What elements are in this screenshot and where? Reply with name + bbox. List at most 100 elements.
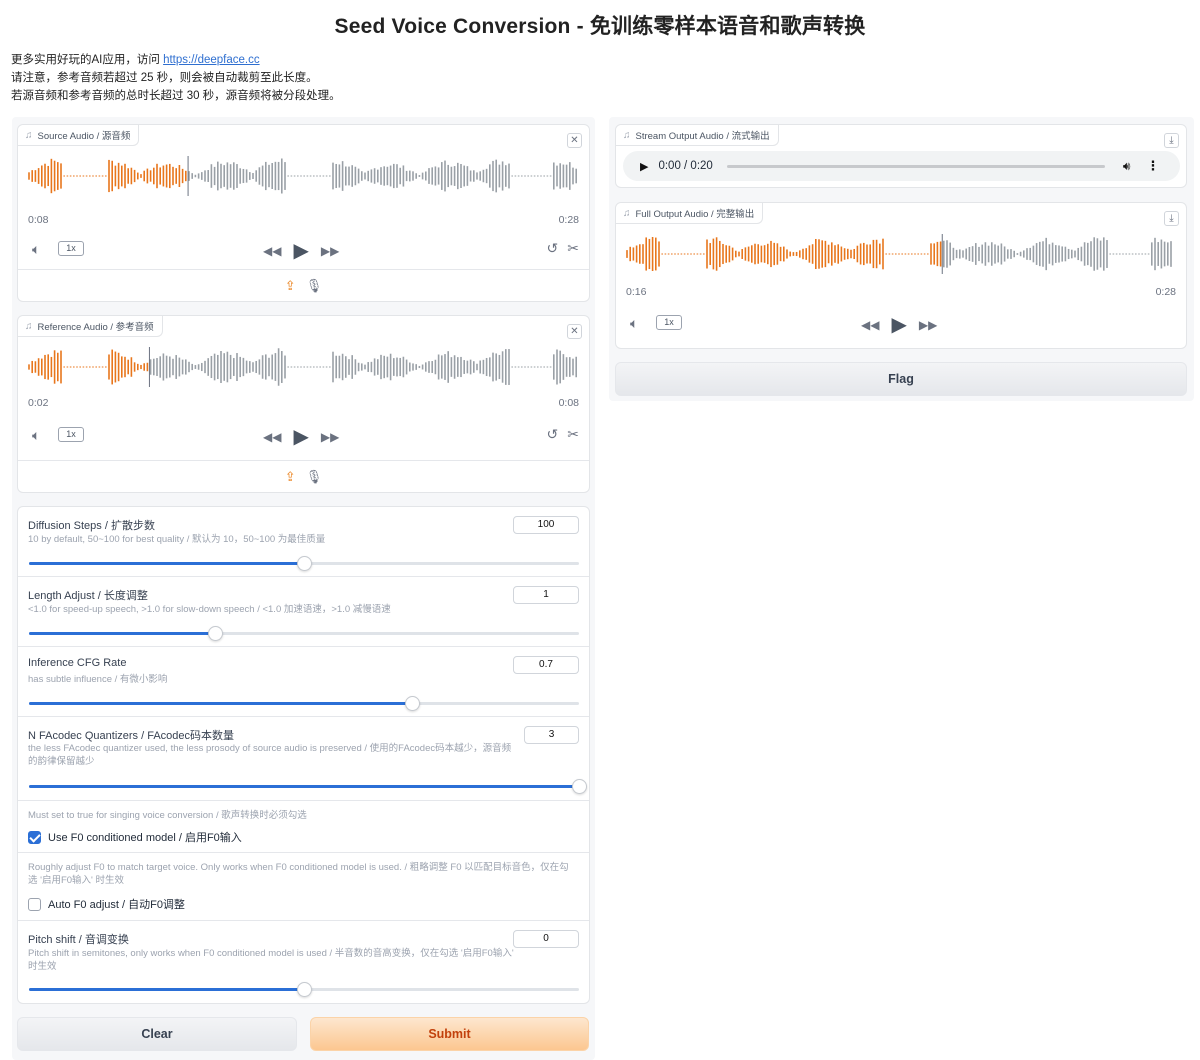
page-title: Seed Voice Conversion - 免训练零样本语音和歌声转换 [334, 15, 866, 38]
close-icon[interactable]: ✕ [567, 133, 582, 148]
deepface-link[interactable]: https://deepface.cc [163, 54, 260, 66]
intro-line-1: 更多实用好玩的AI应用，访问 https://deepface.cc [11, 51, 341, 69]
download-icon[interactable]: ⤓ [1164, 133, 1179, 148]
full-output-waveform[interactable] [626, 232, 1176, 276]
diffusion-steps-label: Diffusion Steps / 扩散步数 [28, 520, 155, 532]
undo-icon[interactable]: ↺ [547, 426, 559, 443]
playback-rate-button[interactable]: 1x [58, 427, 84, 442]
stream-seek-bar[interactable] [726, 164, 1105, 168]
cfg-rate-control: Inference CFG Rate has subtle influence … [18, 647, 589, 717]
volume-icon[interactable]: 🔊︎ [1123, 159, 1131, 174]
stream-audio-player: ▶ 0:00 / 0:20 🔊︎ ⋮ [623, 151, 1180, 181]
cfg-rate-label: Inference CFG Rate [28, 657, 127, 669]
input-column: ♫ Source Audio / 源音频 ✕ 0:08 0:28 🔈︎ 1x ◀◀… [12, 117, 595, 1060]
cfg-rate-slider[interactable] [29, 696, 579, 711]
play-icon[interactable]: ▶ [293, 238, 308, 263]
reference-input-sources: ⇪ 🎙︎ [18, 460, 589, 492]
stream-output-label-text: Stream Output Audio / 流式输出 [635, 131, 770, 142]
diffusion-steps-input[interactable]: 100 [513, 516, 579, 534]
auto-f0-checkbox[interactable] [28, 897, 41, 911]
auto-f0-control: Roughly adjust F0 to match target voice.… [18, 853, 589, 921]
intro-prefix: 更多实用好玩的AI应用，访问 [11, 54, 164, 66]
music-note-icon: ♫ [25, 129, 33, 141]
play-icon[interactable]: ▶ [293, 424, 308, 449]
fast-forward-icon[interactable]: ▶▶ [919, 318, 937, 332]
source-transport: ◀◀ ▶ ▶▶ [263, 238, 339, 263]
intro-line-3: 若源音频和参考音频的总时长超过 30 秒，源音频将被分段处理。 [11, 90, 341, 102]
upload-icon[interactable]: ⇪ [285, 278, 296, 294]
auto-f0-label: Auto F0 adjust / 自动F0调整 [48, 899, 185, 911]
intro-text: 更多实用好玩的AI应用，访问 https://deepface.cc 请注意，参… [11, 51, 341, 105]
reference-duration: 0:08 [558, 397, 579, 409]
diffusion-steps-info: 10 by default, 50~100 for best quality /… [28, 534, 326, 545]
length-adjust-control: Length Adjust / 长度调整 <1.0 for speed-up s… [18, 577, 589, 647]
scissors-icon[interactable]: ✂ [567, 426, 579, 443]
cfg-rate-input[interactable]: 0.7 [513, 656, 579, 674]
f0-condition-checkbox-row[interactable]: Use F0 conditioned model / 启用F0输入 [28, 829, 242, 845]
length-adjust-label: Length Adjust / 长度调整 [28, 590, 148, 602]
n-quantizers-input[interactable]: 3 [524, 726, 579, 744]
f0-condition-checkbox[interactable] [28, 830, 41, 844]
full-output-label: ♫ Full Output Audio / 完整输出 [616, 203, 764, 224]
f0-condition-info: Must set to true for singing voice conve… [28, 810, 307, 821]
microphone-icon[interactable]: 🎙︎ [306, 469, 323, 485]
n-quantizers-info: the less FAcodec quantizer used, the les… [28, 743, 512, 767]
n-quantizers-control: N FAcodec Quantizers / FAcodec码本数量 the l… [18, 717, 589, 801]
f0-condition-control: Must set to true for singing voice conve… [18, 801, 589, 853]
volume-icon[interactable]: 🔈︎ [630, 315, 638, 332]
cfg-rate-info: has subtle influence / 有微小影响 [28, 674, 168, 685]
pitch-shift-input[interactable]: 0 [513, 930, 579, 948]
diffusion-steps-slider[interactable] [29, 556, 579, 571]
source-edit-tools: ↺ ✂ [547, 240, 579, 257]
rewind-icon[interactable]: ◀◀ [263, 430, 281, 444]
pitch-shift-control: Pitch shift / 音调变换 Pitch shift in semito… [18, 921, 589, 1004]
stream-output-label: ♫ Stream Output Audio / 流式输出 [616, 125, 779, 146]
pitch-shift-slider[interactable] [29, 982, 579, 997]
scissors-icon[interactable]: ✂ [567, 240, 579, 257]
full-output-label-text: Full Output Audio / 完整输出 [635, 209, 755, 220]
n-quantizers-label: N FAcodec Quantizers / FAcodec码本数量 [28, 730, 235, 742]
full-output-controls: 🔈︎ 1x ◀◀ ▶ ▶▶ [616, 312, 1186, 336]
close-icon[interactable]: ✕ [567, 324, 582, 339]
n-quantizers-slider[interactable] [29, 779, 587, 794]
undo-icon[interactable]: ↺ [547, 240, 559, 257]
diffusion-steps-control: Diffusion Steps / 扩散步数 10 by default, 50… [18, 507, 589, 577]
rewind-icon[interactable]: ◀◀ [861, 318, 879, 332]
microphone-icon[interactable]: 🎙︎ [306, 278, 323, 294]
rewind-icon[interactable]: ◀◀ [263, 244, 281, 258]
volume-icon[interactable]: 🔈︎ [32, 427, 40, 444]
length-adjust-slider[interactable] [29, 626, 579, 641]
full-output-panel: ♫ Full Output Audio / 完整输出 ⤓ 0:16 0:28 🔈︎… [615, 202, 1187, 349]
auto-f0-checkbox-row[interactable]: Auto F0 adjust / 自动F0调整 [28, 896, 185, 912]
stream-output-panel: ♫ Stream Output Audio / 流式输出 ⤓ ▶ 0:00 / 0… [615, 124, 1187, 188]
music-note-icon: ♫ [623, 129, 631, 141]
more-vertical-icon[interactable]: ⋮ [1146, 158, 1159, 174]
download-icon[interactable]: ⤓ [1164, 211, 1179, 226]
pitch-shift-info: Pitch shift in semitones, only works whe… [28, 948, 514, 972]
submit-button[interactable]: Submit [310, 1017, 589, 1051]
stream-time-display: 0:00 / 0:20 [658, 160, 713, 172]
source-audio-label: ♫ Source Audio / 源音频 [18, 125, 140, 146]
fast-forward-icon[interactable]: ▶▶ [321, 244, 339, 258]
length-adjust-input[interactable]: 1 [513, 586, 579, 604]
clear-button[interactable]: Clear [17, 1017, 297, 1051]
source-audio-panel: ♫ Source Audio / 源音频 ✕ 0:08 0:28 🔈︎ 1x ◀◀… [17, 124, 590, 302]
upload-icon[interactable]: ⇪ [285, 469, 296, 485]
full-output-duration: 0:28 [1155, 286, 1176, 298]
full-output-current-time: 0:16 [626, 286, 647, 298]
fast-forward-icon[interactable]: ▶▶ [321, 430, 339, 444]
source-controls: 🔈︎ 1x ◀◀ ▶ ▶▶ ↺ ✂ [18, 238, 589, 262]
music-note-icon: ♫ [623, 207, 631, 219]
volume-icon[interactable]: 🔈︎ [32, 241, 40, 258]
flag-button[interactable]: Flag [615, 362, 1187, 396]
playback-rate-button[interactable]: 1x [656, 315, 682, 330]
play-icon[interactable]: ▶ [891, 312, 906, 337]
reference-waveform[interactable] [28, 345, 580, 389]
parameters-panel: Diffusion Steps / 扩散步数 10 by default, 50… [17, 506, 590, 1004]
playback-rate-button[interactable]: 1x [58, 241, 84, 256]
output-column: ♫ Stream Output Audio / 流式输出 ⤓ ▶ 0:00 / 0… [609, 117, 1194, 401]
reference-audio-label: ♫ Reference Audio / 参考音频 [18, 316, 163, 337]
play-icon[interactable]: ▶ [640, 160, 648, 173]
source-waveform[interactable] [28, 154, 580, 198]
auto-f0-info: Roughly adjust F0 to match target voice.… [28, 862, 569, 886]
